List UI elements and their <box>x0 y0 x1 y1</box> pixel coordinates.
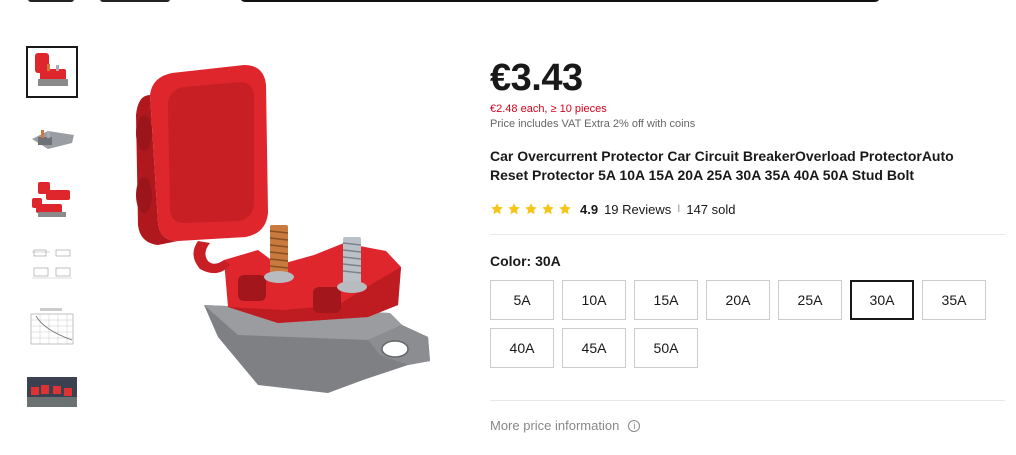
more-price-info-link[interactable]: More price information i <box>490 418 1005 433</box>
star-icon <box>508 203 520 215</box>
star-icon <box>542 203 554 215</box>
variant-option-50a[interactable]: 50A <box>634 328 698 368</box>
star-rating <box>490 202 572 216</box>
variant-option-30a[interactable]: 30A <box>850 280 914 320</box>
sold-count: 147 sold <box>686 201 736 217</box>
divider <box>490 234 1005 235</box>
thumbnail-list <box>26 46 78 430</box>
header-nav-fragment <box>100 0 170 2</box>
thumb-gray-breaker[interactable] <box>26 110 78 162</box>
product-info-panel: €3.43 €2.48 each, ≥ 10 pieces Price incl… <box>490 56 1005 433</box>
variant-option-35a[interactable]: 35A <box>922 280 986 320</box>
star-icon <box>491 203 503 215</box>
variant-option-10a[interactable]: 10A <box>562 280 626 320</box>
star-icon <box>525 203 537 215</box>
variant-option-40a[interactable]: 40A <box>490 328 554 368</box>
info-icon: i <box>628 419 641 432</box>
product-title: Car Overcurrent Protector Car Circuit Br… <box>490 148 954 183</box>
thumb-installed-photo[interactable] <box>26 366 78 418</box>
variant-label: Color: 30A <box>490 253 561 269</box>
header-logo-fragment <box>28 0 74 2</box>
divider <box>490 400 1005 401</box>
thumb-two-red-breakers[interactable] <box>26 174 78 226</box>
more-price-info-label: More price information <box>490 418 620 433</box>
variant-option-45a[interactable]: 45A <box>562 328 626 368</box>
reviews-link[interactable]: 19 Reviews <box>604 202 671 217</box>
rating-row: 4.9 19 Reviews I 147 sold <box>490 201 1005 217</box>
main-product-image[interactable] <box>118 55 448 405</box>
variant-option-5a[interactable]: 5A <box>490 280 554 320</box>
thumb-red-breaker-open[interactable] <box>26 46 78 98</box>
variant-options: 5A 10A 15A 20A 25A 30A 35A 40A 45A 50A <box>490 280 1010 368</box>
search-bar-edge[interactable] <box>240 0 880 2</box>
rating-separator: I <box>677 203 681 215</box>
variant-option-20a[interactable]: 20A <box>706 280 770 320</box>
variant-option-15a[interactable]: 15A <box>634 280 698 320</box>
bulk-price-note: €2.48 each, ≥ 10 pieces <box>490 103 607 115</box>
vat-note: Price includes VAT Extra 2% off with coi… <box>490 118 696 130</box>
rating-score: 4.9 <box>580 201 599 217</box>
thumb-dimension-drawing[interactable] <box>26 238 78 290</box>
variant-option-25a[interactable]: 25A <box>778 280 842 320</box>
star-icon <box>559 203 571 215</box>
price: €3.43 <box>490 57 583 99</box>
thumb-trip-curve-chart[interactable] <box>26 302 78 354</box>
